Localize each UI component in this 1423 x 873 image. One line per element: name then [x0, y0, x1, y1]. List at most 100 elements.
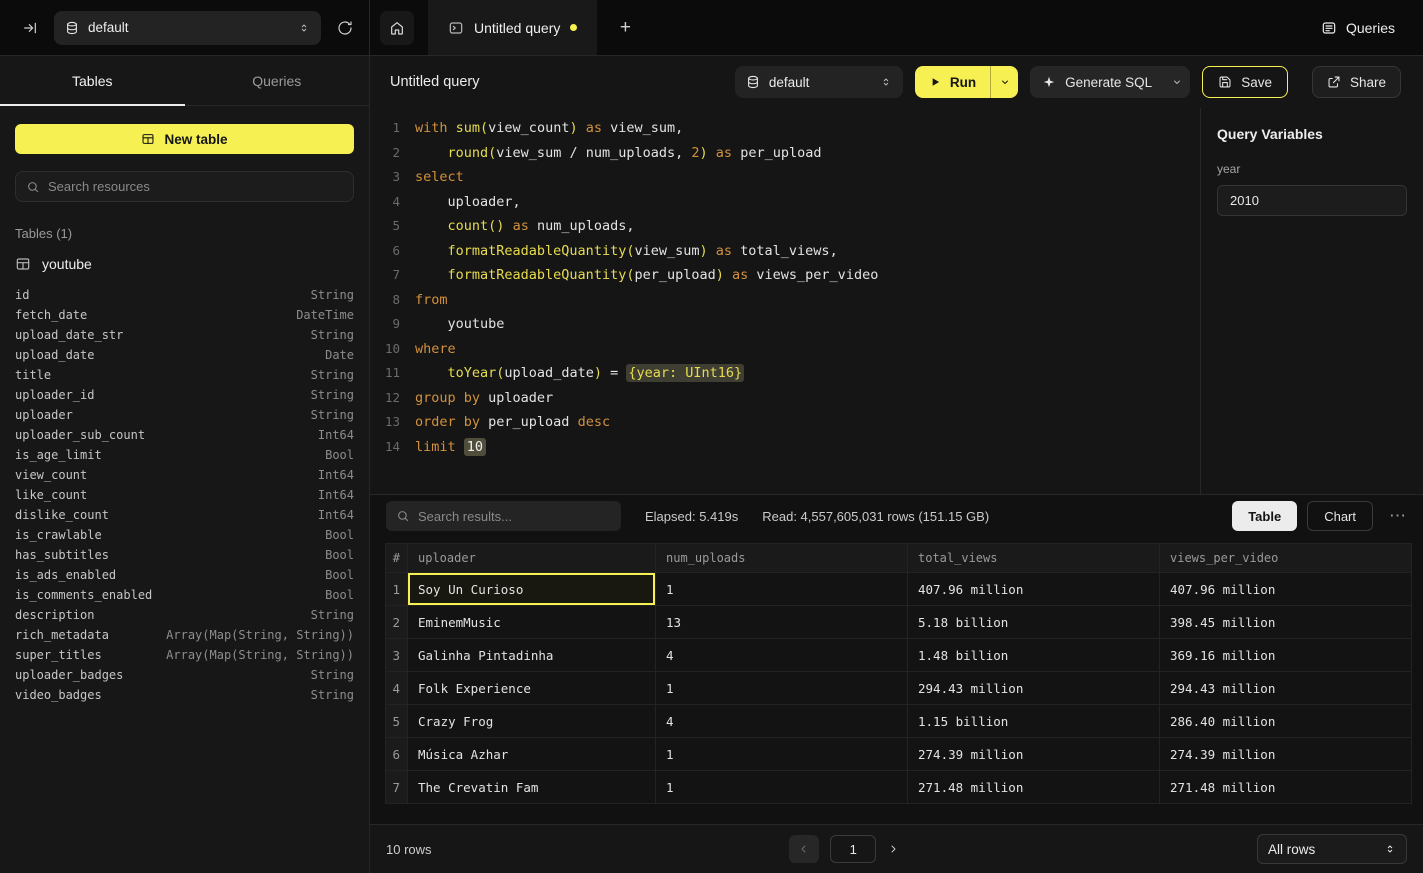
database-selector[interactable]: default — [54, 11, 321, 45]
sidebar-tab-queries[interactable]: Queries — [185, 56, 370, 105]
results-search-input[interactable] — [418, 509, 611, 524]
table-view-button[interactable]: Table — [1232, 501, 1297, 531]
table-cell[interactable]: 5.18 billion — [908, 606, 1160, 639]
results-column-header[interactable]: # — [385, 543, 408, 573]
collapse-sidebar-button[interactable] — [22, 20, 38, 36]
resource-search-input[interactable] — [48, 179, 343, 194]
table-cell[interactable]: Crazy Frog — [408, 705, 656, 738]
column-item[interactable]: titleString — [15, 365, 354, 385]
table-cell[interactable]: 271.48 million — [908, 771, 1160, 804]
column-item[interactable]: uploader_sub_countInt64 — [15, 425, 354, 445]
chart-view-button[interactable]: Chart — [1307, 501, 1373, 531]
save-icon — [1218, 75, 1232, 89]
column-item[interactable]: uploader_badgesString — [15, 665, 354, 685]
table-cell[interactable]: Folk Experience — [408, 672, 656, 705]
table-cell[interactable]: 398.45 million — [1160, 606, 1412, 639]
home-button[interactable] — [380, 11, 414, 45]
tab-untitled-query[interactable]: Untitled query — [428, 0, 597, 55]
results-search — [386, 501, 621, 531]
queries-button[interactable]: Queries — [1321, 0, 1395, 55]
column-item[interactable]: is_crawlableBool — [15, 525, 354, 545]
table-cell[interactable]: 1 — [656, 573, 908, 606]
run-button[interactable]: Run — [915, 66, 990, 98]
column-item[interactable]: has_subtitlesBool — [15, 545, 354, 565]
table-cell[interactable]: 4 — [656, 705, 908, 738]
line-number: 3 — [370, 165, 400, 190]
column-item[interactable]: dislike_countInt64 — [15, 505, 354, 525]
column-type: String — [311, 408, 354, 422]
column-item[interactable]: uploader String — [15, 405, 354, 425]
results-column-header[interactable]: uploader — [408, 543, 656, 573]
table-cell[interactable]: 286.40 million — [1160, 705, 1412, 738]
share-button[interactable]: Share — [1312, 66, 1401, 98]
column-name: is_comments_enabled — [15, 588, 152, 602]
line-number: 6 — [370, 239, 400, 264]
column-item[interactable]: is_comments_enabledBool — [15, 585, 354, 605]
column-item[interactable]: uploader_idString — [15, 385, 354, 405]
column-item[interactable]: descriptionString — [15, 605, 354, 625]
table-cell[interactable]: 274.39 million — [908, 738, 1160, 771]
column-item[interactable]: video_badgesString — [15, 685, 354, 705]
generate-sql-options-button[interactable] — [1164, 66, 1190, 98]
column-item[interactable]: rich_metadataArray(Map(String, String)) — [15, 625, 354, 645]
more-options-button[interactable]: ⋯ — [1389, 506, 1407, 526]
table-cell[interactable]: Galinha Pintadinha — [408, 639, 656, 672]
pagination — [789, 835, 899, 863]
table-cell[interactable]: 1 — [656, 672, 908, 705]
code-text: order by per_upload desc — [415, 410, 610, 435]
table-cell[interactable]: Música Azhar — [408, 738, 656, 771]
results-column-header[interactable]: views_per_video — [1160, 543, 1412, 573]
run-options-button[interactable] — [990, 66, 1018, 98]
new-tab-button[interactable]: + — [611, 14, 639, 42]
column-item[interactable]: like_countInt64 — [15, 485, 354, 505]
run-button-label: Run — [950, 75, 976, 90]
table-cell[interactable]: 369.16 million — [1160, 639, 1412, 672]
next-page-button[interactable] — [887, 843, 899, 855]
table-cell[interactable]: 407.96 million — [908, 573, 1160, 606]
table-cell[interactable]: EminemMusic — [408, 606, 656, 639]
results-column-header[interactable]: num_uploads — [656, 543, 908, 573]
database-icon — [65, 21, 79, 35]
page-size-select[interactable]: All rows — [1257, 834, 1407, 864]
column-item[interactable]: is_age_limitBool — [15, 445, 354, 465]
code-line: 14limit 10 — [370, 435, 1200, 460]
column-item[interactable]: upload_date_strString — [15, 325, 354, 345]
table-cell[interactable]: 1.15 billion — [908, 705, 1160, 738]
column-name: uploader — [15, 408, 73, 422]
sidebar-tab-tables[interactable]: Tables — [0, 56, 185, 105]
results-column-header[interactable]: total_views — [908, 543, 1160, 573]
line-number: 1 — [370, 116, 400, 141]
refresh-button[interactable] — [337, 20, 353, 36]
code-text: formatReadableQuantity(per_upload) as vi… — [415, 263, 878, 288]
table-cell[interactable]: Soy Un Curioso — [408, 573, 656, 606]
sql-editor[interactable]: 1with sum(view_count) as view_sum,2 roun… — [370, 108, 1200, 494]
page-input[interactable] — [830, 835, 876, 863]
column-item[interactable]: super_titlesArray(Map(String, String)) — [15, 645, 354, 665]
column-item[interactable]: is_ads_enabledBool — [15, 565, 354, 585]
column-item[interactable]: idString — [15, 285, 354, 305]
column-item[interactable]: fetch_dateDateTime — [15, 305, 354, 325]
generate-sql-button[interactable]: Generate SQL — [1030, 66, 1164, 98]
new-table-button[interactable]: New table — [15, 124, 354, 154]
column-item[interactable]: upload_dateDate — [15, 345, 354, 365]
variable-input[interactable] — [1217, 185, 1407, 216]
table-cell[interactable]: 1 — [656, 771, 908, 804]
prev-page-button[interactable] — [789, 835, 819, 863]
table-cell[interactable]: 4 — [656, 639, 908, 672]
column-name: title — [15, 368, 51, 382]
table-cell[interactable]: 271.48 million — [1160, 771, 1412, 804]
table-cell[interactable]: 294.43 million — [1160, 672, 1412, 705]
table-item-youtube[interactable]: youtube — [15, 251, 354, 277]
table-cell[interactable]: 407.96 million — [1160, 573, 1412, 606]
table-cell[interactable]: 1 — [656, 738, 908, 771]
column-item[interactable]: view_countInt64 — [15, 465, 354, 485]
query-database-selector[interactable]: default — [735, 66, 903, 98]
table-cell[interactable]: 274.39 million — [1160, 738, 1412, 771]
column-name: dislike_count — [15, 508, 109, 522]
save-button[interactable]: Save — [1202, 66, 1288, 98]
table-cell[interactable]: The Crevatin Fam — [408, 771, 656, 804]
table-cell[interactable]: 1.48 billion — [908, 639, 1160, 672]
unsaved-indicator-dot — [570, 24, 577, 31]
table-cell[interactable]: 13 — [656, 606, 908, 639]
table-cell[interactable]: 294.43 million — [908, 672, 1160, 705]
